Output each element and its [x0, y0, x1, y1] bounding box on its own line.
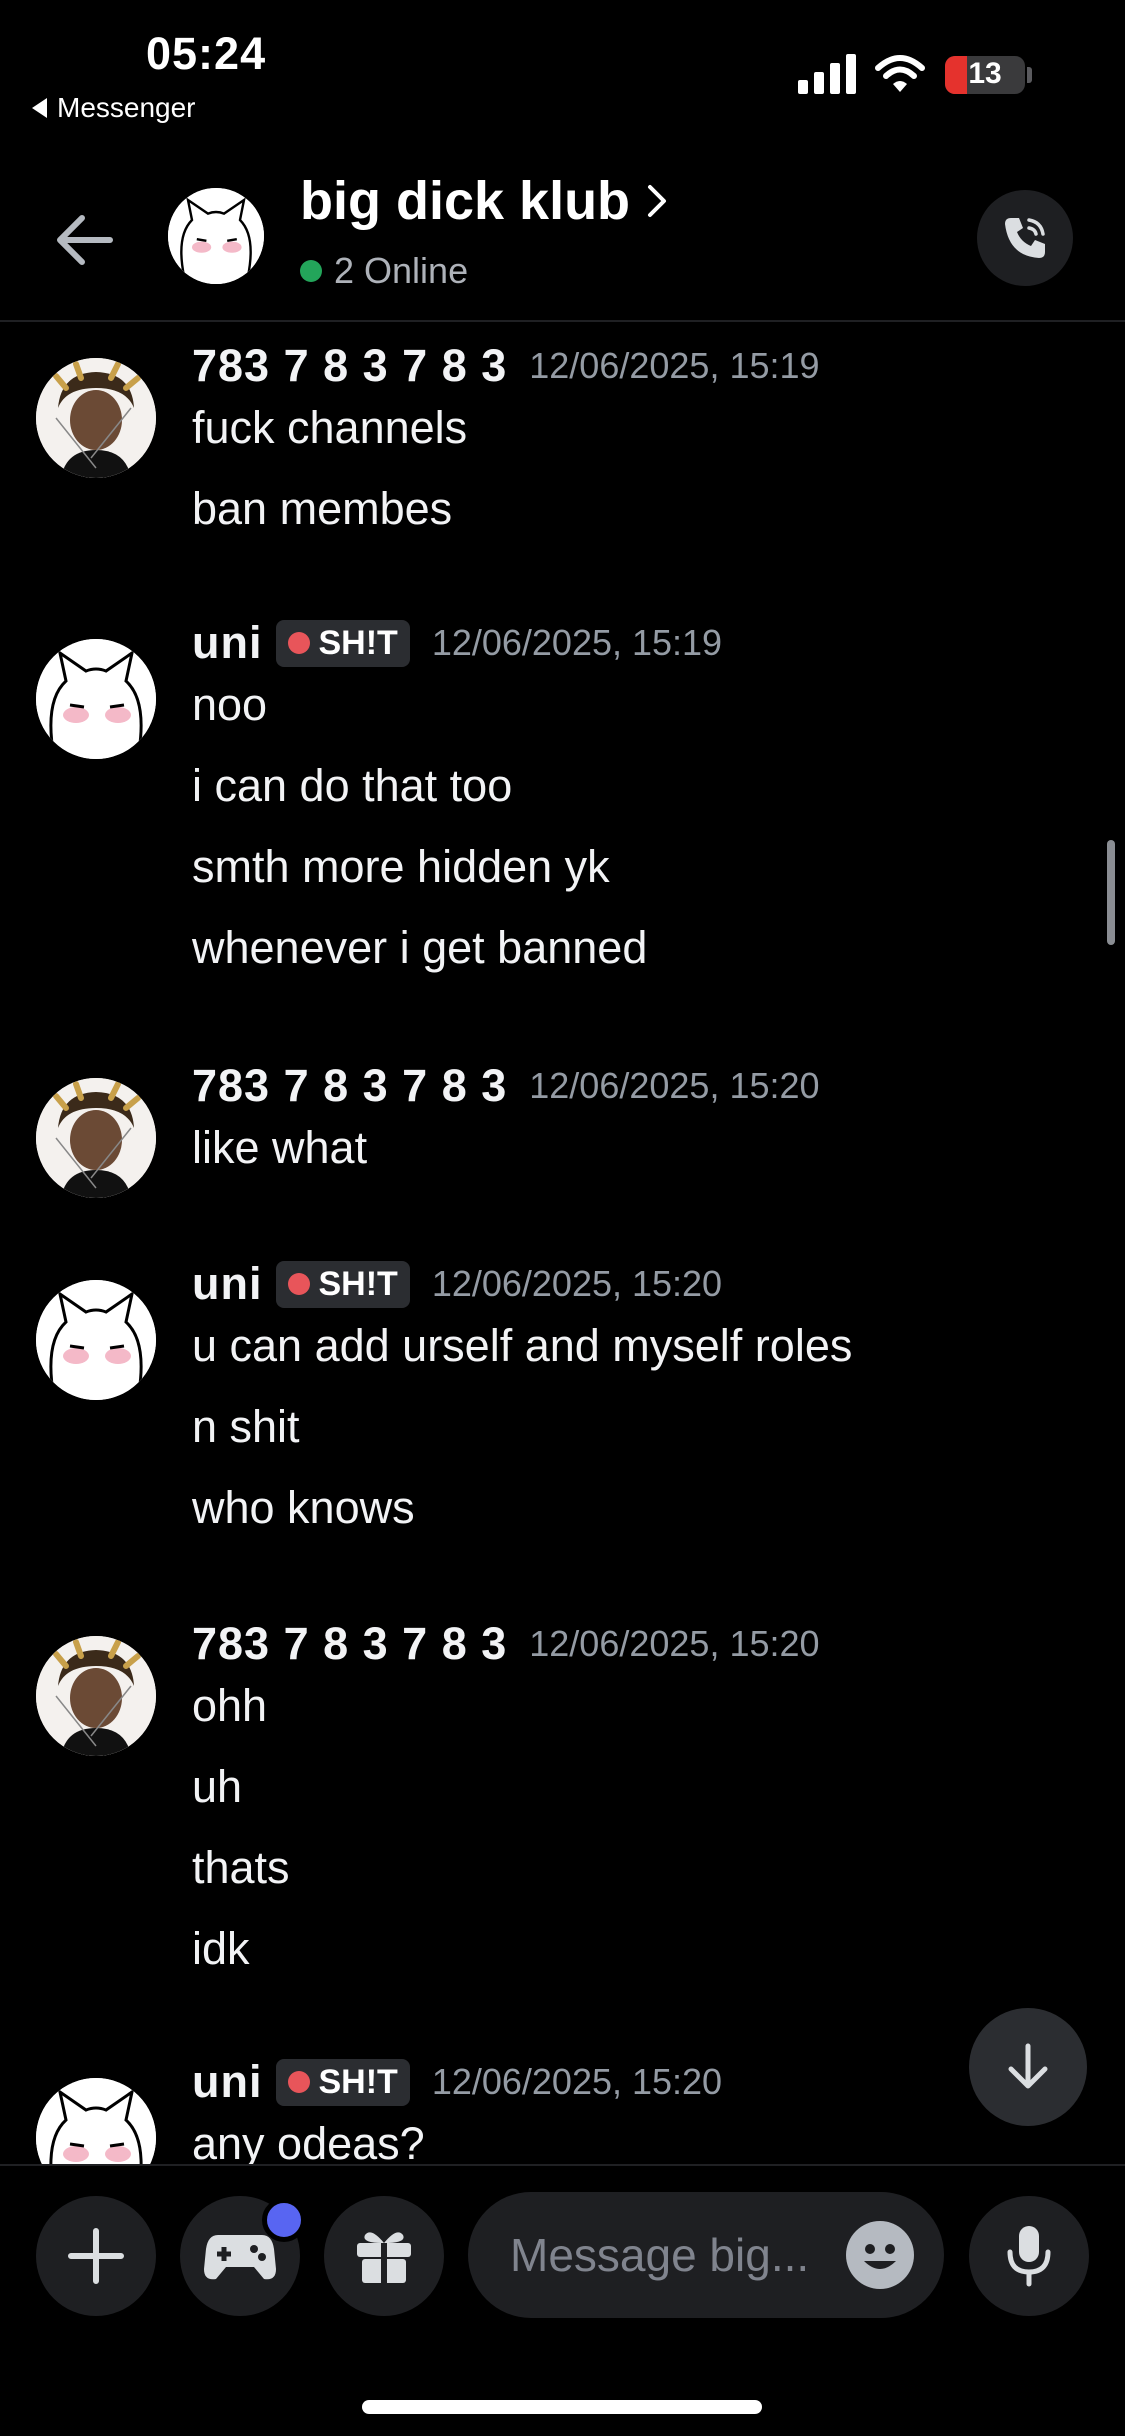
message-text[interactable]: smth more hidden yk: [192, 841, 610, 893]
cat-avatar[interactable]: [36, 639, 156, 759]
emoji-icon: [864, 2244, 896, 2269]
username[interactable]: 783 7 8 3 7 8 3: [192, 1618, 507, 1670]
cellular-signal-icon: [798, 52, 856, 94]
back-app-label: Messenger: [57, 92, 196, 123]
flame-icon: [288, 1273, 311, 1295]
gamepad-icon: [204, 2235, 276, 2280]
voice-call-button[interactable]: [977, 190, 1073, 286]
message-meta: 783 7 8 3 7 8 3 12/06/2025, 15:20: [192, 1618, 820, 1670]
status-time: 05:24: [146, 28, 267, 79]
phone-call-icon: [1005, 218, 1045, 258]
message-text[interactable]: i can do that too: [192, 760, 512, 812]
flame-icon: [288, 2071, 311, 2093]
wifi-icon: [875, 55, 925, 92]
role-tag[interactable]: SH!T: [276, 2058, 410, 2106]
message-text[interactable]: fuck channels: [192, 402, 467, 454]
role-tag-label: SH!T: [318, 1264, 398, 1303]
channel-title-text: big dick klub: [300, 171, 631, 231]
online-dot-icon: [300, 260, 322, 282]
battery-cap: [1027, 67, 1032, 83]
message-meta: 783 7 8 3 7 8 3 12/06/2025, 15:19: [192, 340, 820, 392]
message-text[interactable]: thats: [192, 1842, 290, 1894]
message-text[interactable]: like what: [192, 1122, 367, 1174]
microphone-icon: [1007, 2226, 1051, 2287]
gift-icon: [357, 2232, 411, 2283]
cat-avatar[interactable]: [36, 1280, 156, 1400]
group-avatar[interactable]: [168, 188, 264, 284]
photo-avatar[interactable]: [36, 1636, 156, 1756]
message-list[interactable]: 783 7 8 3 7 8 3 12/06/2025, 15:19 fuck c…: [0, 322, 1125, 2164]
timestamp: 12/06/2025, 15:19: [529, 345, 820, 386]
photo-avatar[interactable]: [36, 1078, 156, 1198]
message-text[interactable]: whenever i get banned: [192, 922, 647, 974]
cat-avatar[interactable]: [36, 2078, 156, 2164]
timestamp: 12/06/2025, 15:20: [529, 1623, 820, 1664]
role-tag[interactable]: SH!T: [276, 1260, 410, 1308]
role-tag-label: SH!T: [318, 623, 398, 662]
emoji-button[interactable]: [846, 2221, 914, 2289]
message-text[interactable]: ban membes: [192, 483, 452, 535]
timestamp: 12/06/2025, 15:20: [529, 1065, 820, 1106]
battery-level: 13: [968, 57, 1002, 90]
arrow-down-icon: [1008, 2043, 1048, 2089]
notification-dot: [262, 2198, 306, 2242]
photo-avatar[interactable]: [36, 358, 156, 478]
message-meta: 783 7 8 3 7 8 3 12/06/2025, 15:20: [192, 1060, 820, 1112]
message-input[interactable]: Message big...: [468, 2192, 944, 2318]
role-tag[interactable]: SH!T: [276, 619, 410, 667]
jump-to-bottom-button[interactable]: [969, 2008, 1087, 2126]
plus-icon: [68, 2228, 124, 2284]
username[interactable]: uni: [192, 1258, 262, 1310]
channel-title[interactable]: big dick klub: [300, 170, 668, 232]
message-text[interactable]: noo: [192, 679, 267, 731]
username[interactable]: 783 7 8 3 7 8 3: [192, 340, 507, 392]
back-arrow-icon[interactable]: [50, 205, 120, 275]
gift-button[interactable]: [324, 2196, 444, 2316]
chevron-right-icon: [648, 185, 667, 217]
back-triangle-icon: [32, 98, 47, 118]
message-input-placeholder: Message big...: [510, 2229, 810, 2281]
message-text[interactable]: who knows: [192, 1482, 415, 1534]
home-indicator[interactable]: [362, 2400, 762, 2414]
username[interactable]: uni: [192, 617, 262, 669]
username[interactable]: uni: [192, 2056, 262, 2108]
voice-message-button[interactable]: [969, 2196, 1089, 2316]
composer-divider: [0, 2164, 1125, 2166]
online-count: 2 Online: [334, 250, 469, 291]
message-text[interactable]: n shit: [192, 1401, 300, 1453]
message-text[interactable]: uh: [192, 1761, 242, 1813]
message-text[interactable]: ohh: [192, 1680, 267, 1732]
message-meta: uni SH!T 12/06/2025, 15:20: [192, 1258, 722, 1310]
add-attachment-button[interactable]: [36, 2196, 156, 2316]
flame-icon: [288, 632, 311, 654]
username[interactable]: 783 7 8 3 7 8 3: [192, 1060, 507, 1112]
back-to-app-link[interactable]: Messenger: [32, 92, 196, 124]
online-status: 2 Online: [300, 250, 468, 292]
message-text[interactable]: u can add urself and myself roles: [192, 1320, 852, 1372]
scrollbar-thumb[interactable]: [1107, 840, 1115, 945]
role-tag-label: SH!T: [318, 2062, 398, 2101]
message-meta: uni SH!T 12/06/2025, 15:20: [192, 2056, 722, 2108]
timestamp: 12/06/2025, 15:19: [431, 622, 723, 663]
message-text[interactable]: idk: [192, 1923, 250, 1975]
timestamp: 12/06/2025, 15:20: [431, 2061, 723, 2102]
battery-icon: 13: [945, 56, 1025, 94]
message-meta: uni SH!T 12/06/2025, 15:19: [192, 617, 722, 669]
message-text[interactable]: any odeas?: [192, 2118, 425, 2164]
timestamp: 12/06/2025, 15:20: [431, 1263, 723, 1304]
